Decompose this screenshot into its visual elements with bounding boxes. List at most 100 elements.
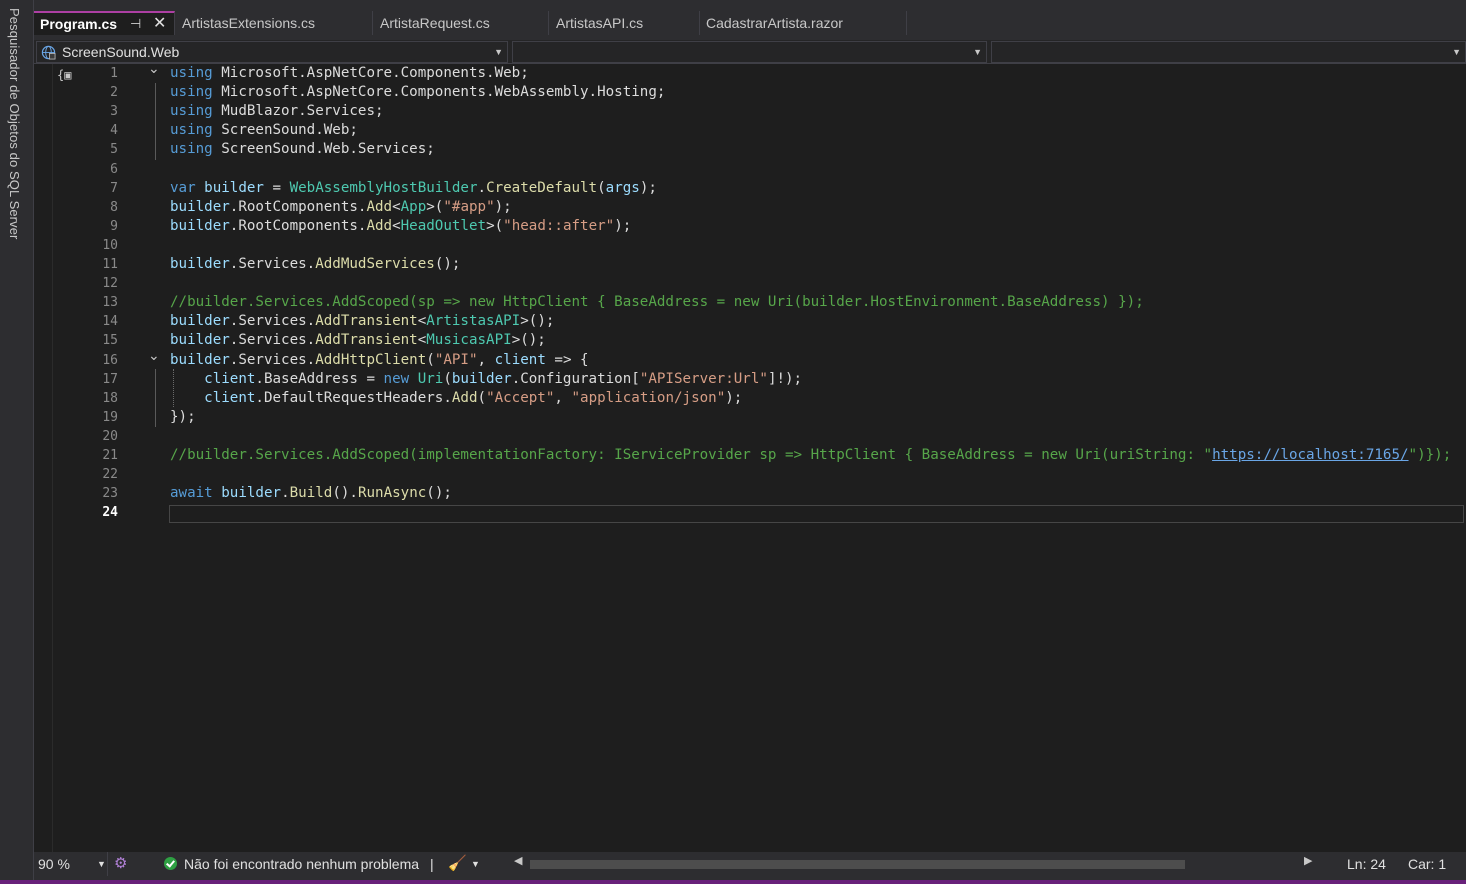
tab-cadastrarartista-razor[interactable]: CadastrarArtista.razor [700, 11, 907, 35]
chevron-down-icon: ▼ [1452, 47, 1461, 57]
fold-chevron-icon[interactable]: ⌄ [148, 59, 160, 78]
column-indicator[interactable]: Car: 1 [1408, 852, 1446, 876]
code-text[interactable]: //builder.Services.AddScoped(implementat… [170, 446, 1451, 465]
code-line[interactable]: 4 using ScreenSound.Web; [0, 121, 1466, 140]
code-token: ); [494, 198, 512, 215]
code-line[interactable]: 13 //builder.Services.AddScoped(sp => new… [0, 293, 1466, 312]
code-token: AddTransient [315, 313, 418, 330]
issues-status[interactable]: Não foi encontrado nenhum problema [184, 852, 419, 876]
web-project-icon [41, 45, 56, 60]
code-token: .RootComponents. [229, 217, 367, 234]
code-text[interactable]: }); [170, 408, 196, 427]
code-text[interactable]: builder.RootComponents.Add<App>("#app"); [170, 198, 512, 217]
code-line[interactable]: 1 ⌄ using Microsoft.AspNetCore.Components.… [0, 60, 1466, 83]
code-link[interactable]: https://localhost:7165/ [1212, 447, 1408, 463]
scroll-left-icon[interactable]: ◀ [514, 854, 522, 867]
line-number: 18 [102, 390, 118, 406]
code-token: AddTransient [315, 332, 418, 349]
code-line[interactable]: 16 ⌄ builder.Services.AddHttpClient("API",… [0, 347, 1466, 370]
code-token: .DefaultRequestHeaders. [255, 389, 452, 406]
code-line[interactable]: 7 var builder = WebAssemblyHostBuilder.Cr… [0, 179, 1466, 198]
tab-artistasapi-cs[interactable]: ArtistasAPI.cs [550, 11, 700, 35]
code-text[interactable]: using MudBlazor.Services; [170, 102, 384, 121]
project-dropdown[interactable]: ScreenSound.Web ▼ [36, 41, 508, 63]
line-number: 19 [102, 409, 118, 425]
code-text[interactable]: builder.Services.AddTransient<ArtistasAP… [170, 312, 554, 331]
code-text[interactable]: using ScreenSound.Web.Services; [170, 140, 435, 159]
code-token: .RootComponents. [229, 198, 367, 215]
code-token: builder [170, 332, 230, 349]
code-text[interactable]: using Microsoft.AspNetCore.Components.We… [170, 64, 529, 83]
code-text[interactable]: builder.Services.AddHttpClient("API", cl… [170, 351, 589, 370]
code-text[interactable]: var builder = WebAssemblyHostBuilder.Cre… [170, 179, 657, 198]
code-line[interactable]: 10 [0, 236, 1466, 255]
code-token: ScreenSound.Web.Services; [212, 141, 435, 158]
code-line[interactable]: 20 [0, 427, 1466, 446]
code-line[interactable]: 8 builder.RootComponents.Add<App>("#app")… [0, 198, 1466, 217]
tab-program-cs[interactable]: Program.cs ⊣ ✕ [34, 11, 175, 35]
code-token: App [400, 198, 427, 215]
copilot-icon[interactable]: ⚙ [114, 852, 127, 876]
code-cleanup-icon[interactable]: 🧹 [448, 852, 467, 876]
scroll-right-icon[interactable]: ▶ [1304, 854, 1312, 867]
code-token: .Configuration[ [511, 370, 640, 387]
line-number: 4 [110, 123, 118, 139]
code-line[interactable]: 14 builder.Services.AddTransient<Artistas… [0, 312, 1466, 331]
tab-label: CadastrarArtista.razor [706, 15, 843, 31]
code-line[interactable]: 2 using Microsoft.AspNetCore.Components.W… [0, 83, 1466, 102]
document-tab-bar: Program.cs ⊣ ✕ ArtistasExtensions.cs Art… [34, 0, 1466, 40]
code-token: Microsoft.AspNetCore.Components.Web; [212, 65, 529, 81]
code-text[interactable]: builder.RootComponents.Add<HeadOutlet>("… [170, 217, 631, 236]
code-line[interactable]: 12 [0, 274, 1466, 293]
pin-icon[interactable]: ⊣ [130, 13, 141, 35]
tab-artistasextensions-cs[interactable]: ArtistasExtensions.cs [176, 11, 373, 35]
code-token: HeadOutlet [400, 217, 487, 234]
code-text[interactable]: using ScreenSound.Web; [170, 121, 358, 140]
code-line[interactable]: 19}); [0, 408, 1466, 427]
line-number: 21 [102, 448, 118, 463]
code-line[interactable]: 3 using MudBlazor.Services; [0, 102, 1466, 121]
check-circle-icon[interactable] [164, 857, 177, 870]
code-text[interactable]: builder.Services.AddMudServices(); [170, 255, 460, 274]
close-icon[interactable]: ✕ [153, 13, 166, 35]
code-token: Build [289, 485, 333, 502]
code-token: .Services. [229, 256, 316, 272]
code-line[interactable]: 18 client.DefaultRequestHeaders.Add("Acc… [0, 389, 1466, 408]
horizontal-scrollbar[interactable]: ◀ ▶ [514, 855, 1314, 870]
code-token: var [170, 179, 196, 196]
line-number: 3 [110, 104, 118, 120]
code-line[interactable]: 15 builder.Services.AddTransient<MusicasA… [0, 331, 1466, 350]
fold-chevron-icon[interactable]: ⌄ [148, 346, 160, 365]
zoom-dropdown[interactable]: 90 % ▼ [34, 852, 108, 876]
code-token: => { [545, 351, 589, 368]
code-text[interactable]: await builder.Build().RunAsync(); [170, 484, 452, 503]
type-dropdown[interactable]: ▼ [512, 41, 987, 63]
code-token: builder [221, 485, 282, 502]
code-line[interactable]: 9 builder.RootComponents.Add<HeadOutlet>(… [0, 217, 1466, 236]
code-line[interactable]: 11 builder.Services.AddMudServices(); [0, 255, 1466, 274]
code-token: ")}); [1408, 447, 1452, 463]
code-token: builder [170, 198, 230, 215]
scroll-thumb[interactable] [530, 860, 1185, 869]
code-line[interactable]: 21 //builder.Services.AddScoped(implement… [0, 446, 1466, 465]
code-text[interactable]: client.BaseAddress = new Uri(builder.Con… [170, 370, 802, 389]
code-text[interactable]: client.DefaultRequestHeaders.Add("Accept… [170, 389, 742, 408]
code-line[interactable]: 22 [0, 465, 1466, 484]
code-line[interactable]: 17 client.BaseAddress = new Uri(builder.… [0, 370, 1466, 389]
code-token: }); [170, 408, 196, 425]
code-text[interactable]: //builder.Services.AddScoped(sp => new H… [170, 293, 1144, 312]
code-line[interactable]: 6 [0, 160, 1466, 179]
code-text[interactable]: builder.Services.AddTransient<MusicasAPI… [170, 331, 546, 350]
code-token: < [392, 217, 401, 234]
line-indicator[interactable]: Ln: 24 [1347, 852, 1386, 876]
code-line[interactable]: 24 [0, 503, 1466, 522]
chevron-down-icon[interactable]: ▼ [471, 852, 480, 876]
code-token: Add [366, 217, 393, 234]
code-line[interactable]: 5 using ScreenSound.Web.Services; [0, 140, 1466, 159]
member-dropdown[interactable]: ▼ [991, 41, 1466, 63]
chevron-down-icon: ▼ [973, 47, 982, 57]
code-line[interactable]: 23 await builder.Build().RunAsync(); [0, 484, 1466, 503]
code-text[interactable]: using Microsoft.AspNetCore.Components.We… [170, 83, 665, 102]
tab-artistarequest-cs[interactable]: ArtistaRequest.cs [374, 11, 549, 35]
